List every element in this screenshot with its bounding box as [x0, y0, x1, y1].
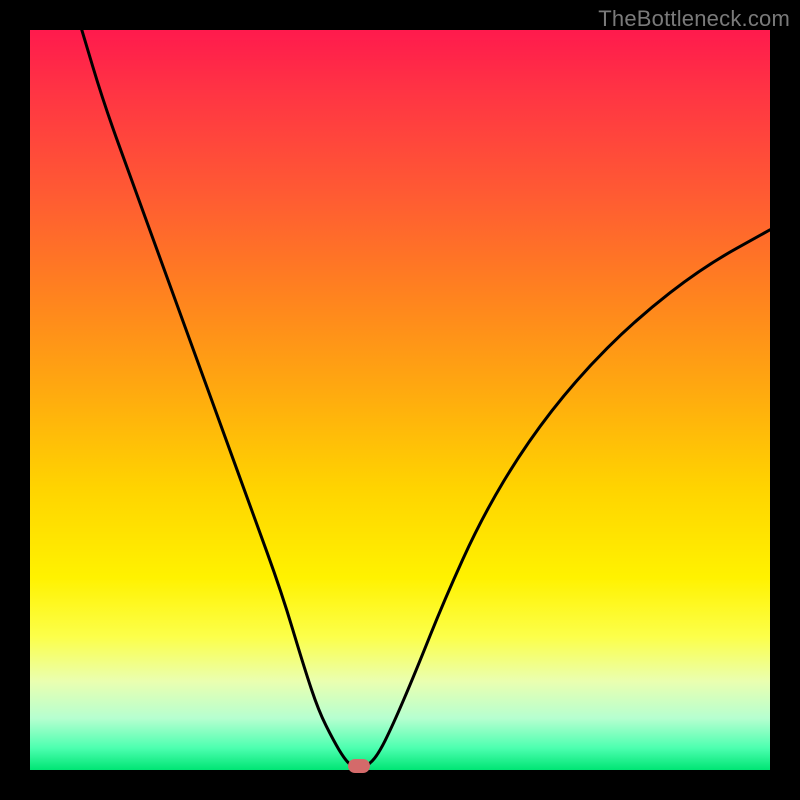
watermark-text: TheBottleneck.com	[598, 6, 790, 32]
optimal-point-marker	[348, 759, 370, 773]
plot-area	[30, 30, 770, 770]
chart-frame: TheBottleneck.com	[0, 0, 800, 800]
curve-svg	[30, 30, 770, 770]
bottleneck-curve-path	[82, 30, 770, 770]
